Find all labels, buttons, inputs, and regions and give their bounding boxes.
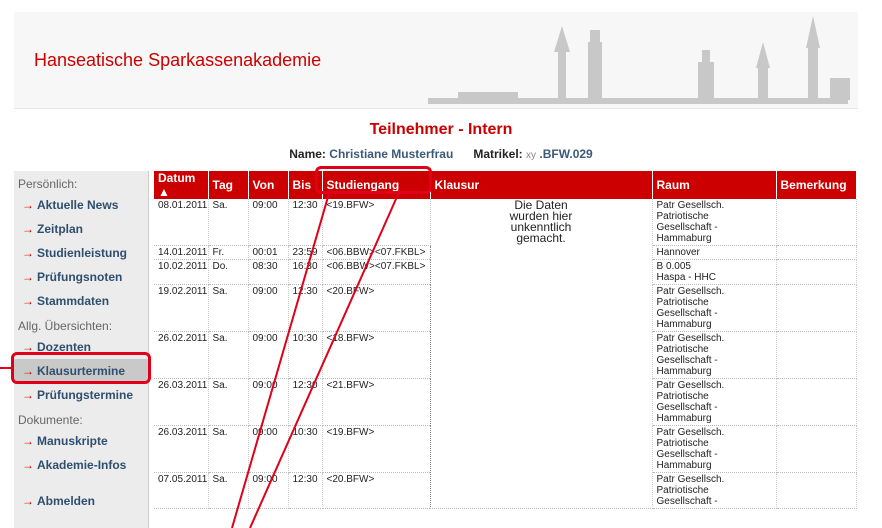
annotation-arrow-line (231, 189, 331, 528)
annotation-arrow-line (249, 189, 401, 528)
annotation-overlay (0, 189, 401, 528)
